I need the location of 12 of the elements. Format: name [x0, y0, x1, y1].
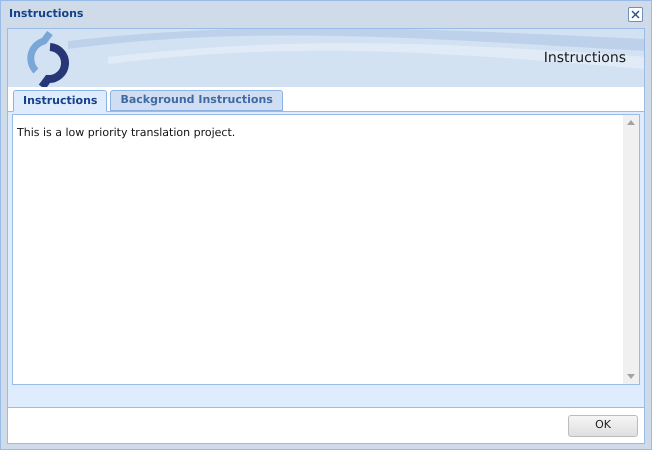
scroll-down-icon[interactable] — [627, 374, 635, 379]
banner-title: Instructions — [544, 48, 626, 68]
scrollbar[interactable] — [623, 115, 639, 384]
close-button[interactable] — [628, 7, 643, 22]
tab[interactable]: Background Instructions — [110, 90, 283, 111]
window-title: Instructions — [9, 6, 84, 22]
instructions-text: This is a low priority translation project. — [17, 126, 236, 139]
scroll-up-icon[interactable] — [627, 120, 635, 125]
ok-button[interactable]: OK — [568, 414, 638, 436]
close-icon — [631, 10, 640, 19]
instructions-text-area[interactable]: This is a low priority translation project. — [12, 114, 640, 385]
tab[interactable]: Instructions — [13, 90, 108, 112]
